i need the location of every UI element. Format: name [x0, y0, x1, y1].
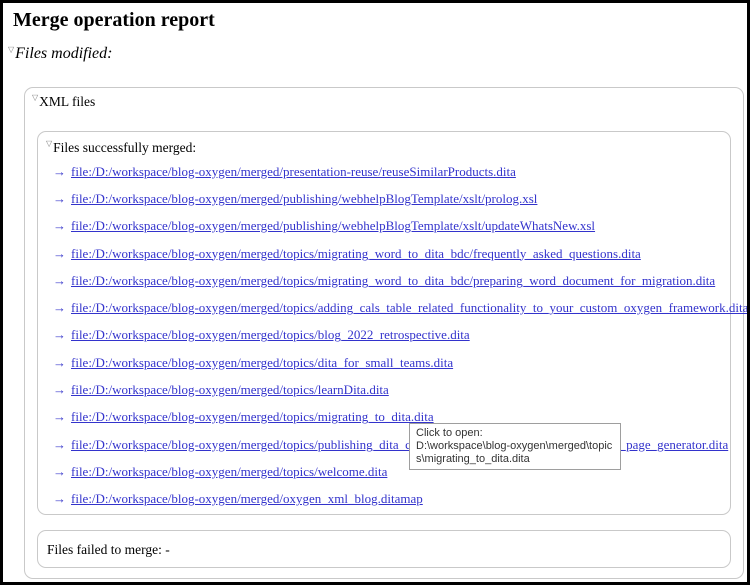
merged-file-list: → file:/D:/workspace/blog-oxygen/merged/p…: [53, 158, 748, 513]
list-item: → file:/D:/workspace/blog-oxygen/merged/t…: [53, 322, 748, 349]
file-link[interactable]: file:/D:/workspace/blog-oxygen/merged/to…: [71, 246, 641, 262]
arrow-icon: →: [53, 218, 66, 234]
list-item: → file:/D:/workspace/blog-oxygen/merged/t…: [53, 404, 748, 431]
file-link-tooltip: Click to open: D:\workspace\blog-oxygen\…: [409, 423, 621, 470]
list-item: → file:/D:/workspace/blog-oxygen/merged/t…: [53, 376, 748, 403]
arrow-icon: →: [53, 164, 66, 180]
tooltip-path: D:\workspace\blog-oxygen\merged\topics\m…: [416, 440, 614, 466]
file-link[interactable]: file:/D:/workspace/blog-oxygen/merged/to…: [71, 409, 434, 425]
xml-files-section-header: ▽XML files: [32, 94, 95, 110]
list-item: → file:/D:/workspace/blog-oxygen/merged/o…: [53, 486, 748, 513]
file-link[interactable]: file:/D:/workspace/blog-oxygen/merged/to…: [71, 464, 387, 480]
file-link[interactable]: file:/D:/workspace/blog-oxygen/merged/to…: [71, 327, 470, 343]
page-title: Merge operation report: [13, 9, 215, 32]
arrow-icon: →: [53, 355, 66, 371]
list-item: → file:/D:/workspace/blog-oxygen/merged/t…: [53, 458, 748, 485]
arrow-icon: →: [53, 437, 66, 453]
arrow-icon: →: [53, 409, 66, 425]
collapse-triangle-icon[interactable]: ▽: [46, 140, 52, 148]
file-link[interactable]: file:/D:/workspace/blog-oxygen/merged/pr…: [71, 164, 516, 180]
list-item: → file:/D:/workspace/blog-oxygen/merged/t…: [53, 240, 748, 267]
xml-files-label: XML files: [39, 94, 95, 109]
arrow-icon: →: [53, 491, 66, 507]
file-link[interactable]: file:/D:/workspace/blog-oxygen/merged/pu…: [71, 218, 595, 234]
file-link[interactable]: file:/D:/workspace/blog-oxygen/merged/pu…: [71, 191, 537, 207]
arrow-icon: →: [53, 273, 66, 289]
list-item: → file:/D:/workspace/blog-oxygen/merged/p…: [53, 213, 748, 240]
list-item: → file:/D:/workspace/blog-oxygen/merged/t…: [53, 294, 748, 321]
collapse-triangle-icon[interactable]: ▽: [8, 46, 14, 54]
tooltip-title: Click to open:: [416, 427, 614, 440]
files-modified-label: Files modified:: [15, 45, 112, 62]
arrow-icon: →: [53, 327, 66, 343]
list-item: → file:/D:/workspace/blog-oxygen/merged/p…: [53, 158, 748, 185]
arrow-icon: →: [53, 191, 66, 207]
merge-report-page: Merge operation report ▽Files modified: …: [0, 0, 750, 585]
merged-files-label: Files successfully merged:: [53, 140, 196, 155]
xml-files-panel: ▽XML files ▽Files successfully merged: →…: [24, 87, 744, 579]
arrow-icon: →: [53, 382, 66, 398]
merged-files-panel: ▽Files successfully merged: → file:/D:/wo…: [37, 131, 731, 515]
list-item: → file:/D:/workspace/blog-oxygen/merged/t…: [53, 431, 748, 458]
merged-files-section-header: ▽Files successfully merged:: [46, 140, 196, 156]
list-item: → file:/D:/workspace/blog-oxygen/merged/t…: [53, 267, 748, 294]
arrow-icon: →: [53, 464, 66, 480]
collapse-triangle-icon[interactable]: ▽: [32, 94, 38, 102]
failed-files-panel: Files failed to merge: -: [37, 530, 731, 568]
arrow-icon: →: [53, 300, 66, 316]
file-link[interactable]: file:/D:/workspace/blog-oxygen/merged/ox…: [71, 491, 423, 507]
arrow-icon: →: [53, 246, 66, 262]
list-item: → file:/D:/workspace/blog-oxygen/merged/p…: [53, 185, 748, 212]
file-link[interactable]: file:/D:/workspace/blog-oxygen/merged/to…: [71, 437, 728, 453]
file-link[interactable]: file:/D:/workspace/blog-oxygen/merged/to…: [71, 273, 715, 289]
files-modified-section-header: ▽Files modified:: [8, 45, 112, 63]
file-link[interactable]: file:/D:/workspace/blog-oxygen/merged/to…: [71, 355, 453, 371]
failed-files-label: Files failed to merge: -: [47, 542, 170, 558]
file-link[interactable]: file:/D:/workspace/blog-oxygen/merged/to…: [71, 382, 389, 398]
file-link[interactable]: file:/D:/workspace/blog-oxygen/merged/to…: [71, 300, 748, 316]
list-item: → file:/D:/workspace/blog-oxygen/merged/t…: [53, 349, 748, 376]
